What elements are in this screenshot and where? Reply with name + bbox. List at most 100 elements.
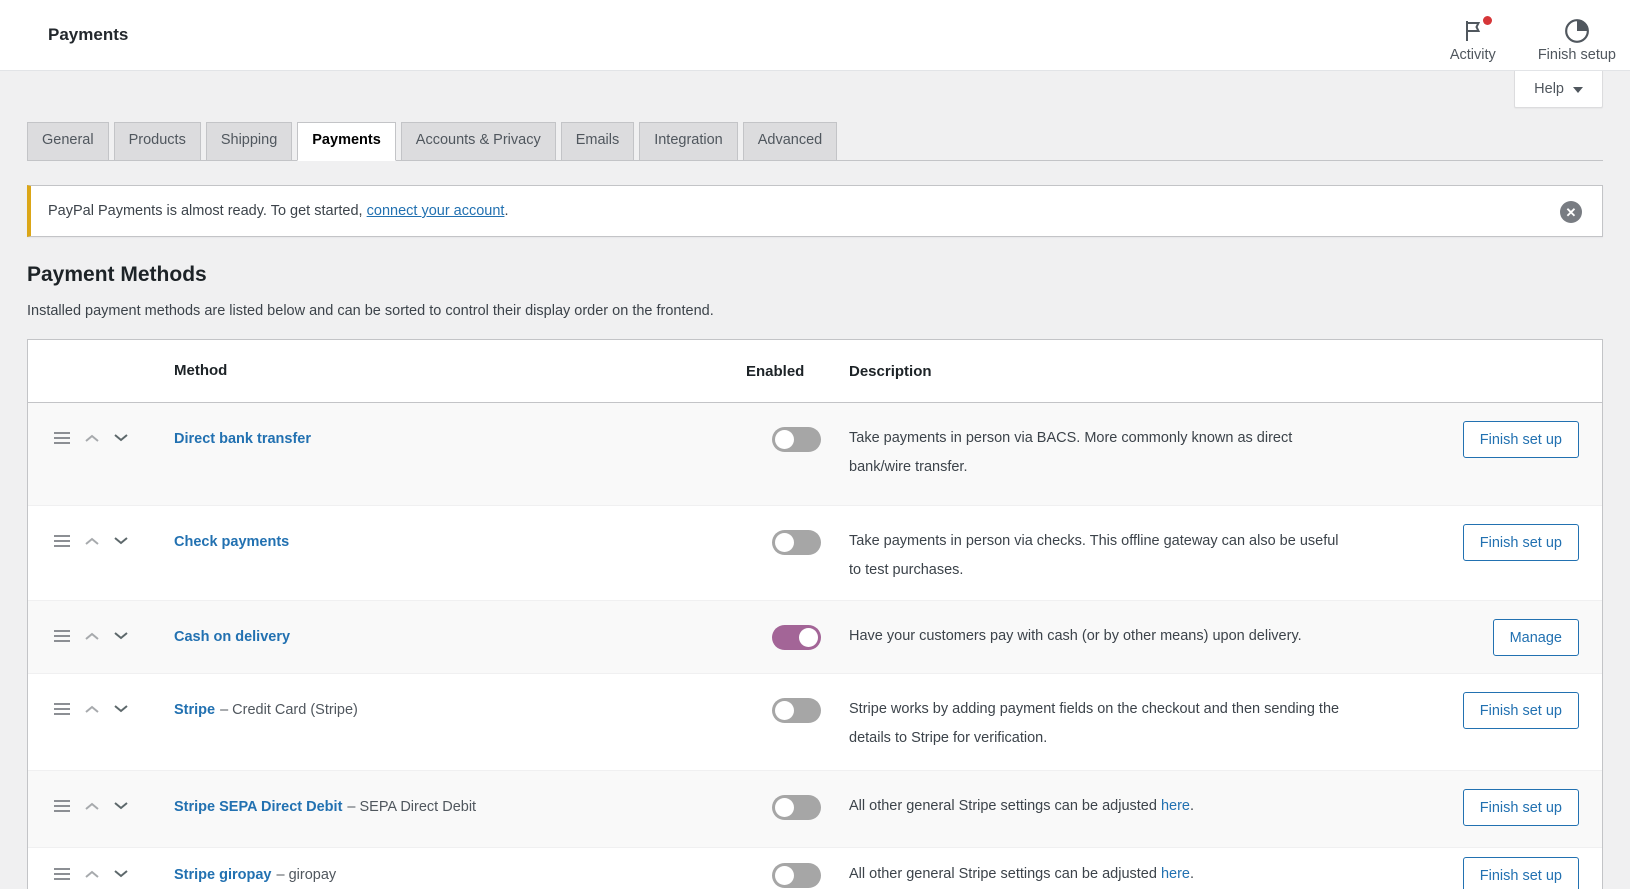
method-name-link[interactable]: Direct bank transfer [174, 431, 311, 447]
description-column-header: Description [839, 363, 1354, 380]
drag-handle-icon[interactable] [53, 534, 71, 548]
chevron-down-icon[interactable] [113, 869, 129, 879]
page-header-title: Payments [48, 25, 128, 45]
description-text: All other general Stripe settings can be… [849, 798, 1161, 814]
method-suffix: – SEPA Direct Debit [347, 799, 476, 815]
activity-label: Activity [1450, 47, 1496, 63]
method-description: Stripe works by adding payment fields on… [839, 674, 1354, 753]
description-text-after: . [1190, 866, 1194, 882]
tab-payments[interactable]: Payments [297, 122, 396, 161]
toggle-knob [775, 533, 794, 552]
chevron-down-icon[interactable] [113, 801, 129, 811]
finish-setup-row-button[interactable]: Finish set up [1463, 789, 1579, 826]
method-suffix: – giropay [277, 867, 337, 883]
payment-methods-subtitle: Installed payment methods are listed bel… [27, 303, 1603, 319]
description-text: Take payments in person via checks. This… [849, 533, 1339, 578]
tab-general[interactable]: General [27, 122, 109, 161]
chevron-down-icon[interactable] [113, 536, 129, 546]
chevron-up-icon[interactable] [84, 631, 100, 641]
tab-products[interactable]: Products [114, 122, 201, 161]
help-dropdown[interactable]: Help [1514, 71, 1603, 108]
method-name-link[interactable]: Stripe giropay [174, 867, 272, 883]
table-row-stripe-sepa: Stripe SEPA Direct Debit – SEPA Direct De… [28, 770, 1602, 847]
method-name-link[interactable]: Stripe SEPA Direct Debit [174, 799, 342, 815]
description-link[interactable]: here [1161, 866, 1190, 882]
enabled-toggle[interactable] [772, 795, 821, 820]
finish-setup-label: Finish setup [1538, 47, 1616, 63]
pie-progress-icon [1564, 18, 1590, 44]
enabled-toggle[interactable] [772, 427, 821, 452]
tab-integration[interactable]: Integration [639, 122, 738, 161]
circle-close-icon[interactable]: ✕ [1560, 201, 1582, 223]
drag-handle-icon[interactable] [53, 629, 71, 643]
help-label: Help [1534, 81, 1564, 97]
activity-button[interactable]: Activity [1442, 8, 1504, 63]
method-column-header: Method [151, 361, 746, 381]
chevron-up-icon[interactable] [84, 536, 100, 546]
tab-advanced[interactable]: Advanced [743, 122, 838, 161]
tab-emails[interactable]: Emails [561, 122, 635, 161]
toggle-knob [775, 866, 794, 885]
paypal-notice-banner: PayPal Payments is almost ready. To get … [27, 185, 1603, 237]
chevron-up-icon[interactable] [84, 801, 100, 811]
chevron-down-icon[interactable] [113, 631, 129, 641]
method-description: Have your customers pay with cash (or by… [839, 601, 1354, 651]
manage-row-button[interactable]: Manage [1493, 619, 1579, 656]
toggle-knob [799, 628, 818, 647]
chevron-down-icon[interactable] [113, 433, 129, 443]
description-text: All other general Stripe settings can be… [849, 866, 1161, 882]
method-description: All other general Stripe settings can be… [839, 771, 1354, 821]
chevron-down-icon[interactable] [113, 704, 129, 714]
table-row-stripe-giropay: Stripe giropay – giropay All other genera… [28, 847, 1602, 889]
finish-setup-button[interactable]: Finish setup [1538, 8, 1616, 63]
description-link[interactable]: here [1161, 798, 1190, 814]
top-bar: Payments Activity Finish setup [0, 0, 1630, 71]
tab-accounts-privacy[interactable]: Accounts & Privacy [401, 122, 556, 161]
toggle-knob [775, 798, 794, 817]
drag-handle-icon[interactable] [53, 867, 71, 881]
enabled-column-header: Enabled [746, 363, 839, 380]
activity-badge-dot [1483, 16, 1492, 25]
finish-setup-row-button[interactable]: Finish set up [1463, 524, 1579, 561]
finish-setup-row-button[interactable]: Finish set up [1463, 692, 1579, 729]
flag-icon [1460, 18, 1486, 44]
finish-setup-row-button[interactable]: Finish set up [1463, 857, 1579, 889]
toggle-knob [775, 701, 794, 720]
table-body: Direct bank transfer Take payments in pe… [28, 403, 1602, 889]
drag-handle-icon[interactable] [53, 702, 71, 716]
method-name-link[interactable]: Check payments [174, 534, 289, 550]
drag-handle-icon[interactable] [53, 431, 71, 445]
enabled-toggle[interactable] [772, 530, 821, 555]
finish-setup-row-button[interactable]: Finish set up [1463, 421, 1579, 458]
caret-down-icon [1573, 87, 1583, 93]
notice-text: PayPal Payments is almost ready. To get … [48, 203, 509, 219]
top-bar-actions: Activity Finish setup [1442, 8, 1616, 63]
enabled-toggle[interactable] [772, 698, 821, 723]
payment-methods-title: Payment Methods [27, 263, 1603, 287]
chevron-up-icon[interactable] [84, 433, 100, 443]
method-name-link[interactable]: Stripe [174, 702, 215, 718]
notice-text-before: PayPal Payments is almost ready. To get … [48, 203, 367, 219]
enabled-toggle[interactable] [772, 625, 821, 650]
description-text-after: . [1190, 798, 1194, 814]
connect-account-link[interactable]: connect your account [367, 203, 505, 219]
method-suffix: – Credit Card (Stripe) [220, 702, 358, 718]
chevron-up-icon[interactable] [84, 869, 100, 879]
table-row-check-payments: Check payments Take payments in person v… [28, 505, 1602, 600]
payment-methods-table: Method Enabled Description Direct bank t… [27, 339, 1603, 889]
method-name-link[interactable]: Cash on delivery [174, 629, 290, 645]
enabled-toggle[interactable] [772, 863, 821, 888]
payments-settings-page: { "header": { "title": "Payments", "acti… [0, 0, 1630, 889]
tab-shipping[interactable]: Shipping [206, 122, 292, 161]
chevron-up-icon[interactable] [84, 704, 100, 714]
drag-handle-icon[interactable] [53, 799, 71, 813]
table-row-stripe: Stripe – Credit Card (Stripe) Stripe work… [28, 673, 1602, 770]
settings-content: General Products Shipping Payments Accou… [0, 122, 1630, 889]
toggle-knob [775, 430, 794, 449]
settings-tab-bar: General Products Shipping Payments Accou… [27, 122, 1603, 161]
description-text: Stripe works by adding payment fields on… [849, 701, 1339, 746]
description-text: Have your customers pay with cash (or by… [849, 628, 1302, 644]
method-description: All other general Stripe settings can be… [839, 848, 1354, 889]
notice-text-after: . [504, 203, 508, 219]
table-header-row: Method Enabled Description [28, 340, 1602, 403]
